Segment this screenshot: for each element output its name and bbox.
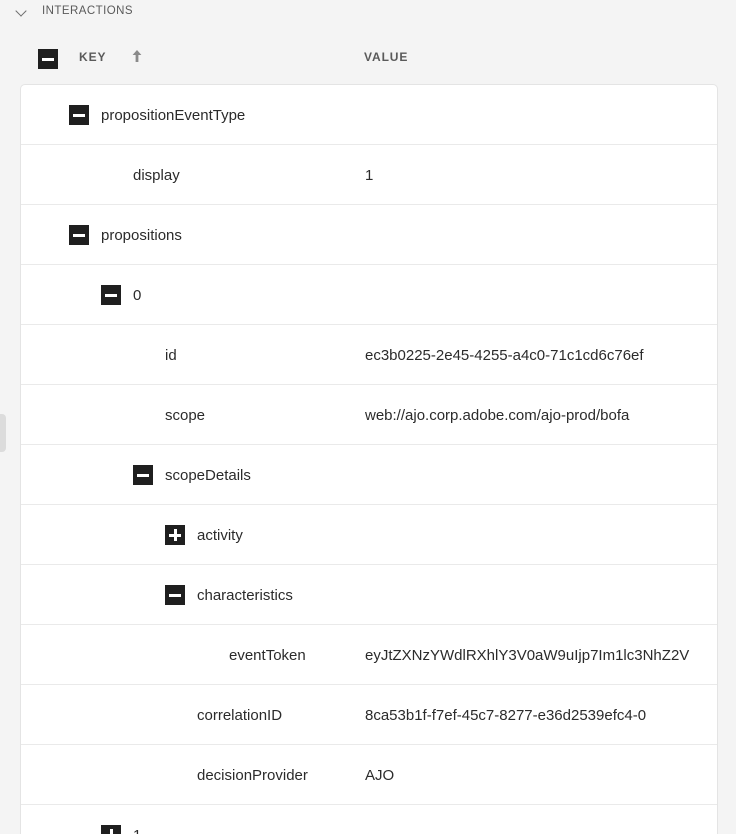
row-value-cell: [365, 565, 717, 625]
minus-icon[interactable]: [165, 585, 185, 605]
minus-icon[interactable]: [133, 465, 153, 485]
row-key-cell: correlationID: [197, 685, 282, 745]
row-key-label: eventToken: [229, 646, 306, 664]
row-key-cell: 1: [101, 805, 141, 834]
row-key-label: activity: [197, 526, 243, 544]
row-key-label: id: [165, 346, 177, 364]
plus-icon[interactable]: [101, 825, 121, 834]
row-key-cell: propositions: [69, 205, 182, 265]
row-key-label: scopeDetails: [165, 466, 251, 484]
table-row[interactable]: correlationID 8ca53b1f-f7ef-45c7-8277-e36…: [21, 685, 717, 745]
row-key-cell: propositionEventType: [69, 85, 245, 145]
row-key-cell: characteristics: [165, 565, 293, 625]
table-row[interactable]: propositionEventType: [21, 85, 717, 145]
row-value-cell: ec3b0225-2e45-4255-a4c0-71c1cd6c76ef: [365, 346, 644, 364]
row-key-cell: scopeDetails: [133, 445, 251, 505]
table-row[interactable]: 0: [21, 265, 717, 325]
table-row[interactable]: id ec3b0225-2e45-4255-a4c0-71c1cd6c76ef: [21, 325, 717, 385]
table-row[interactable]: display 1: [21, 145, 717, 205]
row-key-label: scope: [165, 406, 206, 424]
table-row[interactable]: 1: [21, 805, 717, 834]
interactions-tree-table: propositionEventType display 1 propositions…: [20, 84, 718, 834]
minus-icon[interactable]: [69, 105, 89, 125]
minus-icon[interactable]: [69, 225, 89, 245]
table-row[interactable]: scope web://ajo.corp.adobe.com/ajo-prod/b…: [21, 385, 717, 445]
row-key-label: display: [133, 166, 180, 184]
row-key-label: decisionProvider: [197, 766, 308, 784]
arrow-up-icon[interactable]: [130, 48, 144, 64]
row-value-cell: [365, 805, 717, 834]
collapse-all-toggle-icon[interactable]: [38, 49, 58, 69]
row-value-cell: [365, 205, 717, 265]
row-value-cell: web://ajo.corp.adobe.com/ajo-prod/bofa: [365, 406, 630, 424]
row-value-cell: [365, 445, 717, 505]
row-key-label: propositions: [101, 226, 182, 244]
row-value-cell: 8ca53b1f-f7ef-45c7-8277-e36d2539efc4-0: [365, 706, 647, 724]
column-header-value[interactable]: VALUE: [364, 50, 408, 64]
table-row[interactable]: eventToken eyJtZXNzYWdlRXhlY3V0aW9uIjp7Im…: [21, 625, 717, 685]
row-value-cell: [365, 85, 717, 145]
row-value-cell: 1: [365, 166, 374, 184]
plus-icon[interactable]: [165, 525, 185, 545]
row-key-label: 0: [133, 286, 142, 304]
row-key-label: characteristics: [197, 586, 293, 604]
row-key-cell: eventToken: [229, 625, 306, 685]
row-key-cell: scope: [165, 385, 205, 445]
table-row[interactable]: scopeDetails: [21, 445, 717, 505]
row-key-cell: decisionProvider: [197, 745, 308, 805]
table-row[interactable]: characteristics: [21, 565, 717, 625]
panel-resize-handle[interactable]: [0, 414, 6, 452]
table-row[interactable]: activity: [21, 505, 717, 565]
row-value-cell: [365, 265, 717, 325]
row-value-cell: eyJtZXNzYWdlRXhlY3V0aW9uIjp7Im1lc3NhZ2V: [365, 646, 690, 664]
row-key-cell: 0: [101, 265, 141, 325]
row-key-label: correlationID: [197, 706, 283, 724]
row-value-cell: [365, 505, 717, 565]
table-row[interactable]: decisionProvider AJO: [21, 745, 717, 805]
table-column-header: KEY VALUE: [20, 44, 718, 76]
interactions-section-header[interactable]: INTERACTIONS: [0, 0, 736, 22]
row-value-cell: AJO: [365, 766, 395, 784]
table-row[interactable]: propositions: [21, 205, 717, 265]
row-key-label: 1: [133, 828, 141, 834]
row-key-cell: activity: [165, 505, 243, 565]
row-key-cell: display: [133, 145, 180, 205]
column-header-key[interactable]: KEY: [79, 50, 106, 64]
row-key-label: propositionEventType: [101, 106, 246, 124]
section-title: INTERACTIONS: [42, 5, 134, 17]
row-key-cell: id: [165, 325, 177, 385]
chevron-down-icon[interactable]: [16, 5, 28, 17]
minus-icon[interactable]: [101, 285, 121, 305]
